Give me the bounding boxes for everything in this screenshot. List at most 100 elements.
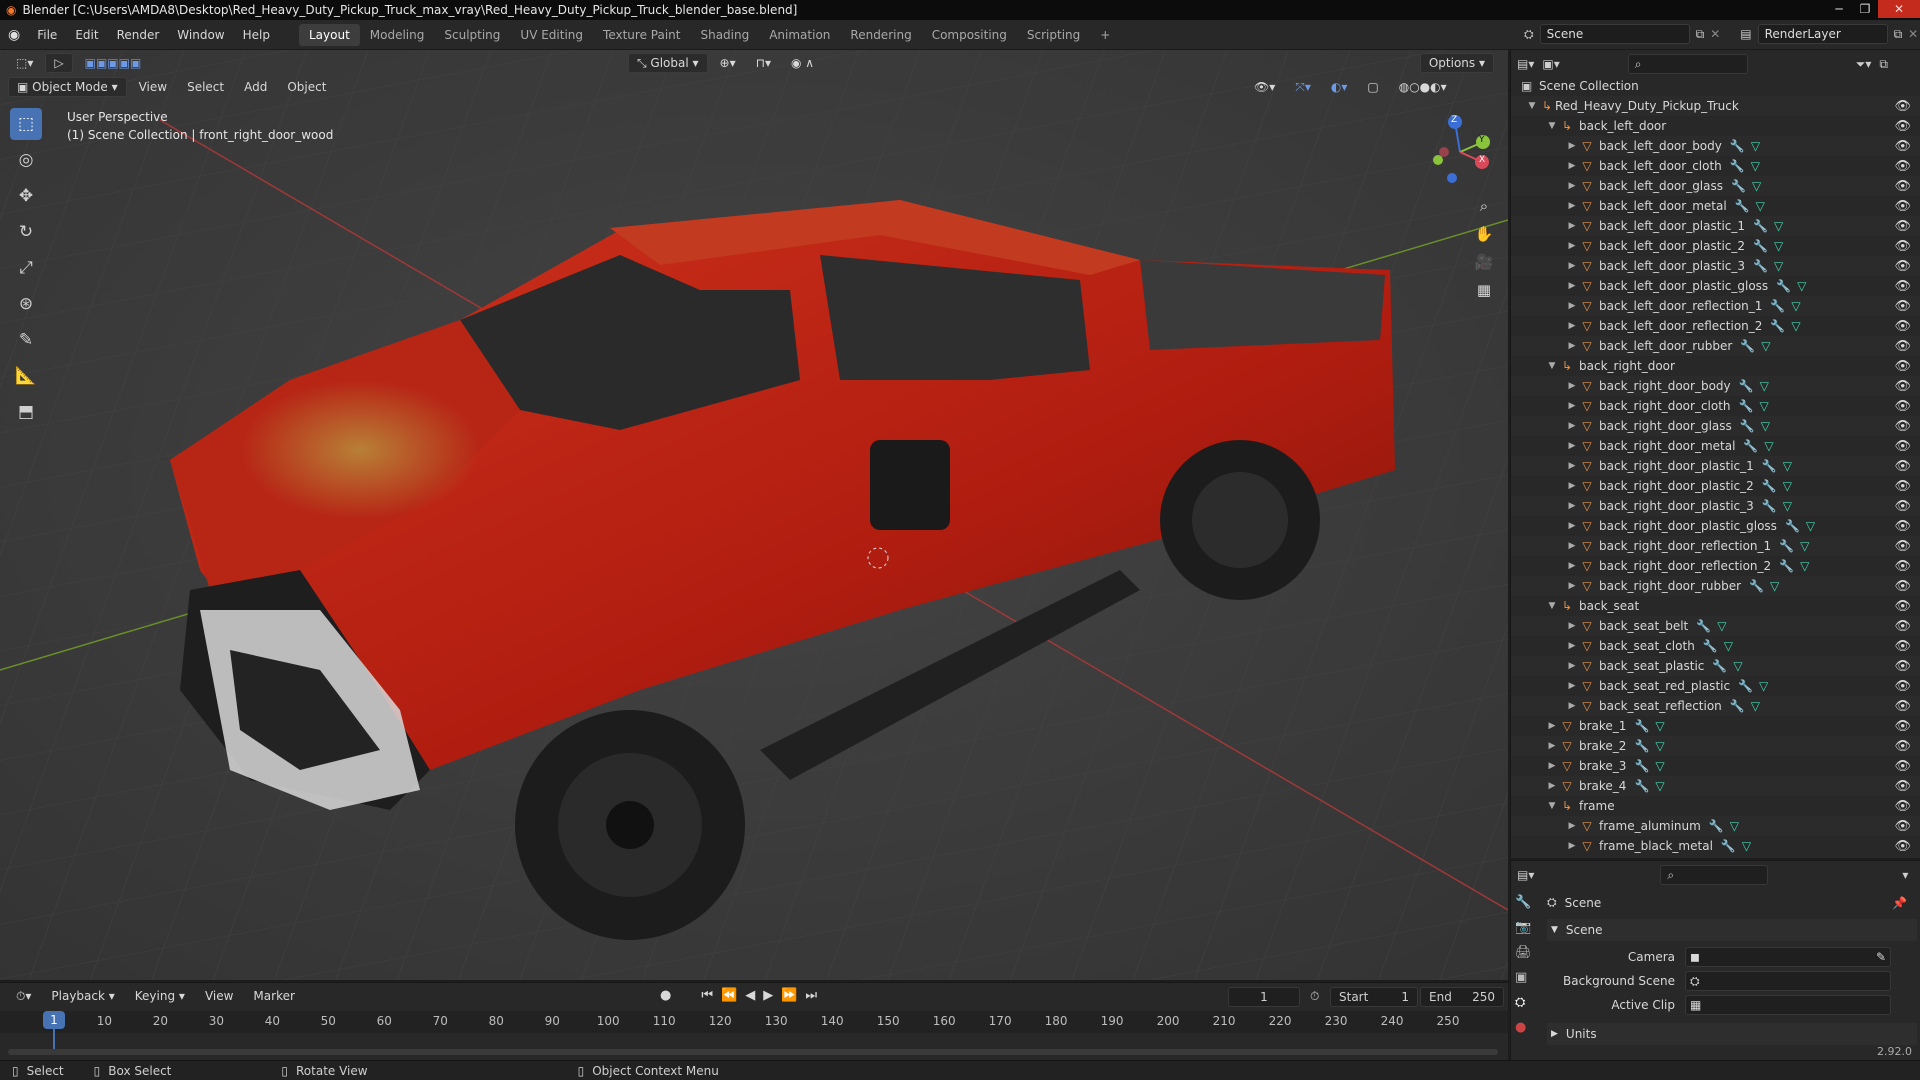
visibility-eye-icon[interactable]: 👁 bbox=[1894, 679, 1911, 694]
mesh-data-icon[interactable]: ▽ bbox=[1806, 519, 1815, 533]
outliner-row[interactable]: ▶ ▽ back_left_door_rubber 🔧 ▽ 👁 bbox=[1511, 336, 1920, 356]
menu-object[interactable]: Object bbox=[279, 77, 334, 97]
outliner-row[interactable]: ▼ ↳ frame 👁 bbox=[1511, 796, 1920, 816]
visibility-eye-icon[interactable]: 👁 bbox=[1894, 199, 1911, 214]
expand-arrow-icon[interactable]: ▶ bbox=[1565, 621, 1579, 631]
modifier-icon[interactable]: 🔧 bbox=[1634, 739, 1649, 753]
outliner-row[interactable]: ▶ ▽ back_left_door_plastic_2 🔧 ▽ 👁 bbox=[1511, 236, 1920, 256]
expand-arrow-icon[interactable]: ▶ bbox=[1565, 841, 1579, 851]
mesh-data-icon[interactable]: ▽ bbox=[1761, 339, 1770, 353]
visibility-eye-icon[interactable]: 👁 bbox=[1894, 439, 1911, 454]
mesh-data-icon[interactable]: ▽ bbox=[1759, 679, 1768, 693]
modifier-icon[interactable]: 🔧 bbox=[1749, 579, 1764, 593]
add-workspace-icon[interactable]: + bbox=[1090, 24, 1120, 46]
modifier-icon[interactable]: 🔧 bbox=[1712, 659, 1727, 673]
minimize-button[interactable]: ─ bbox=[1826, 0, 1852, 18]
modifier-icon[interactable]: 🔧 bbox=[1735, 199, 1750, 213]
visibility-eye-icon[interactable]: 👁 bbox=[1894, 259, 1911, 274]
current-frame-field[interactable]: 1 bbox=[1228, 987, 1300, 1007]
modifier-icon[interactable]: 🔧 bbox=[1753, 219, 1768, 233]
mesh-data-icon[interactable]: ▽ bbox=[1800, 559, 1809, 573]
properties-search-input[interactable]: ⌕ bbox=[1660, 865, 1769, 885]
modifier-icon[interactable]: 🔧 bbox=[1730, 699, 1745, 713]
modifier-icon[interactable]: 🔧 bbox=[1753, 259, 1768, 273]
modifier-icon[interactable]: 🔧 bbox=[1721, 839, 1736, 853]
tab-rendering[interactable]: Rendering bbox=[840, 24, 921, 46]
delete-scene-icon[interactable]: ✕ bbox=[1710, 27, 1720, 41]
outliner-row-truck-collection[interactable]: ▼ ↳ Red_Heavy_Duty_Pickup_Truck 👁 bbox=[1511, 96, 1920, 116]
outliner-row[interactable]: ▶ ▽ brake_4 🔧 ▽ 👁 bbox=[1511, 776, 1920, 796]
modifier-icon[interactable]: 🔧 bbox=[1730, 159, 1745, 173]
visibility-eye-icon[interactable]: 👁 bbox=[1894, 739, 1911, 754]
cursor-tool-icon[interactable]: ◎ bbox=[10, 144, 42, 176]
expand-arrow-icon[interactable]: ▶ bbox=[1565, 241, 1579, 251]
properties-options-icon[interactable]: ▾ bbox=[1902, 868, 1908, 882]
scene-icon[interactable]: ⛭ bbox=[1524, 27, 1534, 42]
outliner-row[interactable]: ▶ ▽ back_seat_reflection 🔧 ▽ 👁 bbox=[1511, 696, 1920, 716]
modifier-icon[interactable]: 🔧 bbox=[1753, 239, 1768, 253]
visibility-eye-icon[interactable]: 👁 bbox=[1894, 519, 1911, 534]
view-layer-selector[interactable]: RenderLayer bbox=[1757, 24, 1888, 44]
outliner-row[interactable]: ▶ ▽ back_right_door_body 🔧 ▽ 👁 bbox=[1511, 376, 1920, 396]
object-mode-dropdown[interactable]: ▣ Object Mode ▾ bbox=[8, 77, 127, 97]
outliner-row[interactable]: ▶ ▽ back_right_door_plastic_1 🔧 ▽ 👁 bbox=[1511, 456, 1920, 476]
expand-arrow-icon[interactable]: ▶ bbox=[1565, 141, 1579, 151]
active-clip-field[interactable]: ▦ bbox=[1685, 995, 1891, 1015]
mesh-data-icon[interactable]: ▽ bbox=[1751, 699, 1760, 713]
modifier-icon[interactable]: 🔧 bbox=[1738, 679, 1753, 693]
visibility-eye-icon[interactable]: 👁 bbox=[1894, 639, 1911, 654]
modifier-icon[interactable]: 🔧 bbox=[1770, 319, 1785, 333]
delete-view-layer-icon[interactable]: ✕ bbox=[1908, 27, 1918, 41]
expand-arrow-icon[interactable]: ▶ bbox=[1545, 761, 1559, 771]
scene-selector[interactable]: Scene bbox=[1539, 24, 1690, 44]
gizmo-toggle-icon[interactable]: ⤧▾ bbox=[1287, 77, 1319, 97]
record-icon[interactable]: ● bbox=[660, 988, 671, 1003]
outliner-row[interactable]: ▶ ▽ back_left_door_plastic_3 🔧 ▽ 👁 bbox=[1511, 256, 1920, 276]
timeline[interactable]: ⏱▾ Playback ▾ Keying ▾ View Marker ● ⏮ ⏪… bbox=[0, 982, 1508, 1060]
tab-shading[interactable]: Shading bbox=[690, 24, 759, 46]
outliner-row[interactable]: ▶ ▽ back_right_door_rubber 🔧 ▽ 👁 bbox=[1511, 576, 1920, 596]
expand-arrow-icon[interactable]: ▶ bbox=[1565, 661, 1579, 671]
outliner-row[interactable]: ▶ ▽ back_left_door_plastic_1 🔧 ▽ 👁 bbox=[1511, 216, 1920, 236]
menu-file[interactable]: File bbox=[28, 28, 66, 42]
modifier-icon[interactable]: 🔧 bbox=[1634, 779, 1649, 793]
proportional-edit-icon[interactable]: ◉ ∧ bbox=[783, 53, 822, 73]
outliner-row[interactable]: ▶ ▽ back_seat_belt 🔧 ▽ 👁 bbox=[1511, 616, 1920, 636]
maximize-button[interactable]: ❐ bbox=[1852, 0, 1878, 18]
outliner-editor-icon[interactable]: ▤▾ bbox=[1517, 57, 1534, 71]
visibility-eye-icon[interactable]: 👁 bbox=[1894, 139, 1911, 154]
modifier-icon[interactable]: 🔧 bbox=[1703, 639, 1718, 653]
mesh-data-icon[interactable]: ▽ bbox=[1724, 639, 1733, 653]
modifier-icon[interactable]: 🔧 bbox=[1739, 379, 1754, 393]
jump-start-icon[interactable]: ⏮ bbox=[701, 988, 713, 1003]
visibility-eye-icon[interactable]: 👁 bbox=[1894, 479, 1911, 494]
mesh-data-icon[interactable]: ▽ bbox=[1733, 659, 1742, 673]
modifier-icon[interactable]: 🔧 bbox=[1762, 499, 1777, 513]
end-frame-field[interactable]: End 250 bbox=[1420, 987, 1504, 1007]
outliner-row[interactable]: ▶ ▽ back_left_door_cloth 🔧 ▽ 👁 bbox=[1511, 156, 1920, 176]
expand-arrow-icon[interactable]: ▶ bbox=[1565, 461, 1579, 471]
expand-arrow-icon[interactable]: ▶ bbox=[1545, 721, 1559, 731]
visibility-eye-icon[interactable]: 👁 bbox=[1894, 599, 1911, 614]
visibility-eye-icon[interactable]: 👁 bbox=[1894, 179, 1911, 194]
expand-arrow-icon[interactable]: ▶ bbox=[1565, 321, 1579, 331]
view-layer-icon[interactable]: ▤ bbox=[1740, 27, 1751, 41]
outliner-row[interactable]: ▶ ▽ back_right_door_plastic_2 🔧 ▽ 👁 bbox=[1511, 476, 1920, 496]
expand-arrow-icon[interactable]: ▼ bbox=[1545, 121, 1559, 131]
editor-type-icon[interactable]: ⬚▾ bbox=[8, 53, 41, 73]
expand-arrow-icon[interactable]: ▶ bbox=[1565, 521, 1579, 531]
camera-view-icon[interactable]: 🎥 bbox=[1470, 248, 1498, 276]
menu-help[interactable]: Help bbox=[234, 28, 279, 42]
visibility-eye-icon[interactable]: 👁 bbox=[1894, 239, 1911, 254]
tab-compositing[interactable]: Compositing bbox=[922, 24, 1017, 46]
properties-editor-icon[interactable]: ▤▾ bbox=[1517, 868, 1534, 882]
output-tab-icon[interactable]: 🖨 bbox=[1515, 945, 1537, 960]
mesh-data-icon[interactable]: ▽ bbox=[1774, 259, 1783, 273]
visibility-eye-icon[interactable]: 👁 bbox=[1894, 319, 1911, 334]
outliner-row[interactable]: ▶ ▽ back_left_door_plastic_gloss 🔧 ▽ 👁 bbox=[1511, 276, 1920, 296]
visibility-eye-icon[interactable]: 👁 bbox=[1894, 399, 1911, 414]
visibility-eye-icon[interactable]: 👁 bbox=[1894, 219, 1911, 234]
outliner-row[interactable]: ▶ ▽ back_right_door_reflection_2 🔧 ▽ 👁 bbox=[1511, 556, 1920, 576]
units-panel-header[interactable]: ▶ Units bbox=[1547, 1023, 1917, 1045]
display-mode-icon[interactable]: ▣▾ bbox=[1542, 57, 1559, 71]
